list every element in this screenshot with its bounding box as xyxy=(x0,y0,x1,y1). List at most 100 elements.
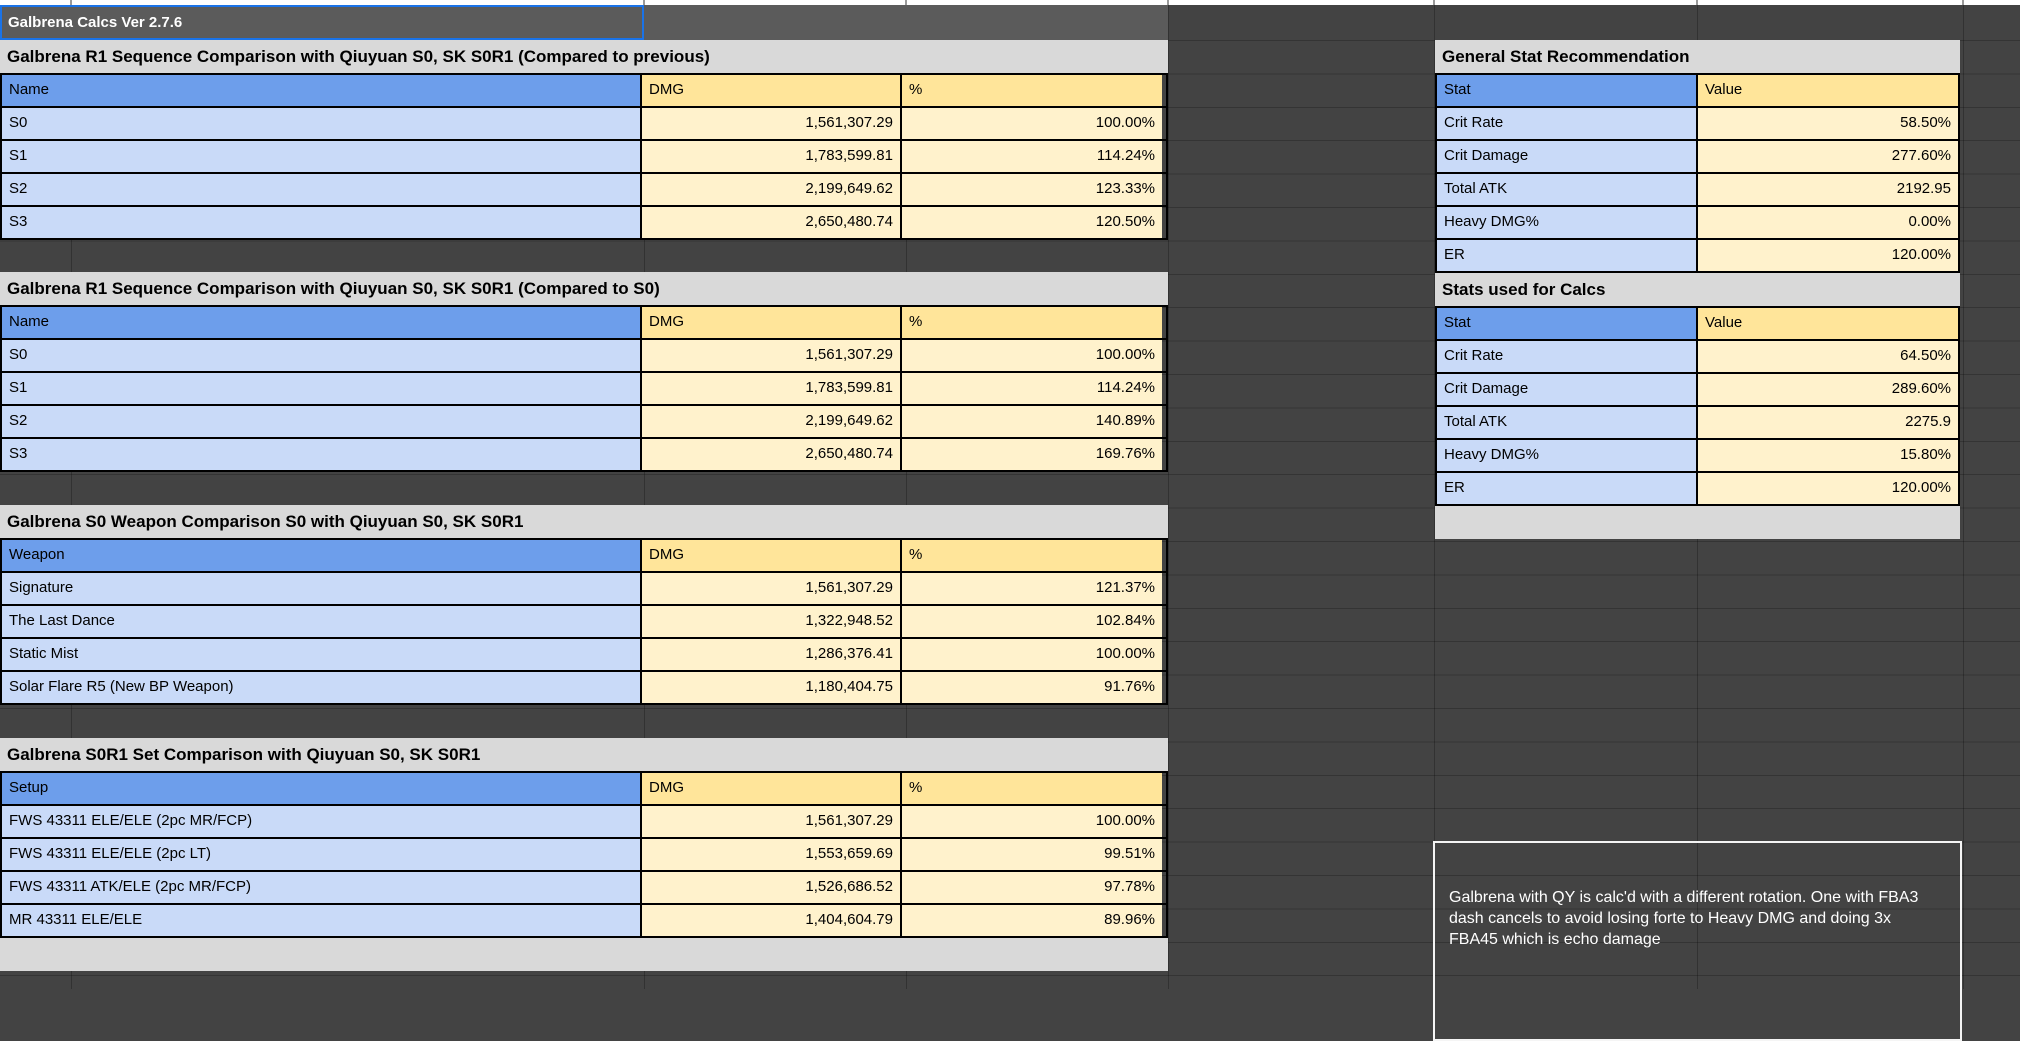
pct-cell[interactable]: 100.00% xyxy=(902,108,1162,139)
column-header-weapon[interactable]: Weapon xyxy=(2,540,642,571)
value-cell[interactable]: 64.50% xyxy=(1698,341,1958,372)
dmg-cell[interactable]: 1,180,404.75 xyxy=(642,672,902,703)
note-box[interactable]: Galbrena with QY is calc'd with a differ… xyxy=(1433,841,1962,1041)
dmg-cell[interactable]: 1,561,307.29 xyxy=(642,573,902,604)
name-cell[interactable]: S2 xyxy=(2,406,642,437)
pct-cell[interactable]: 102.84% xyxy=(902,606,1162,637)
dmg-cell[interactable]: 1,783,599.81 xyxy=(642,373,902,404)
dmg-cell[interactable]: 1,561,307.29 xyxy=(642,806,902,837)
stat-cell[interactable]: Total ATK xyxy=(1437,407,1698,438)
column-header-dmg[interactable]: DMG xyxy=(642,540,902,571)
dmg-cell[interactable]: 1,322,948.52 xyxy=(642,606,902,637)
name-cell[interactable]: S2 xyxy=(2,174,642,205)
pct-cell[interactable]: 120.50% xyxy=(902,207,1162,238)
table-row: Solar Flare R5 (New BP Weapon) 1,180,404… xyxy=(2,672,1166,703)
pct-cell[interactable]: 169.76% xyxy=(902,439,1162,470)
column-boundary-tick xyxy=(1696,0,1698,5)
column-header-stat[interactable]: Stat xyxy=(1437,75,1698,106)
column-header-pct[interactable]: % xyxy=(902,307,1162,338)
weapon-cell[interactable]: Signature xyxy=(2,573,642,604)
table-title[interactable]: Stats used for Calcs xyxy=(1435,273,1960,306)
dmg-cell[interactable]: 1,286,376.41 xyxy=(642,639,902,670)
dmg-cell[interactable]: 1,526,686.52 xyxy=(642,872,902,903)
table-row: Signature 1,561,307.29 121.37% xyxy=(2,573,1166,606)
pct-cell[interactable]: 123.33% xyxy=(902,174,1162,205)
value-cell[interactable]: 289.60% xyxy=(1698,374,1958,405)
stat-cell[interactable]: ER xyxy=(1437,473,1698,504)
dmg-cell[interactable]: 1,561,307.29 xyxy=(642,340,902,371)
stat-cell[interactable]: Crit Rate xyxy=(1437,341,1698,372)
pct-cell[interactable]: 140.89% xyxy=(902,406,1162,437)
column-header-value[interactable]: Value xyxy=(1698,308,1958,339)
selected-version-cell[interactable]: Galbrena Calcs Ver 2.7.6 xyxy=(0,5,644,40)
empty-gray-row[interactable] xyxy=(1435,506,1960,539)
dmg-cell[interactable]: 2,650,480.74 xyxy=(642,207,902,238)
pct-cell[interactable]: 97.78% xyxy=(902,872,1162,903)
table-title[interactable]: Galbrena S0R1 Set Comparison with Qiuyua… xyxy=(0,738,1168,771)
dmg-cell[interactable]: 2,650,480.74 xyxy=(642,439,902,470)
stat-cell[interactable]: Heavy DMG% xyxy=(1437,440,1698,471)
value-cell[interactable]: 58.50% xyxy=(1698,108,1958,139)
pct-cell[interactable]: 100.00% xyxy=(902,639,1162,670)
name-cell[interactable]: S0 xyxy=(2,108,642,139)
name-cell[interactable]: S1 xyxy=(2,141,642,172)
value-cell[interactable]: 0.00% xyxy=(1698,207,1958,238)
dmg-cell[interactable]: 2,199,649.62 xyxy=(642,406,902,437)
table-title[interactable]: General Stat Recommendation xyxy=(1435,40,1960,73)
column-header-pct[interactable]: % xyxy=(902,773,1162,804)
value-cell[interactable]: 120.00% xyxy=(1698,240,1958,271)
table-body: Stat Value Crit Rate 64.50% Crit Damage … xyxy=(1435,306,1960,506)
dmg-cell[interactable]: 2,199,649.62 xyxy=(642,174,902,205)
table-title[interactable]: Galbrena R1 Sequence Comparison with Qiu… xyxy=(0,40,1168,73)
value-cell[interactable]: 120.00% xyxy=(1698,473,1958,504)
weapon-cell[interactable]: The Last Dance xyxy=(2,606,642,637)
pct-cell[interactable]: 91.76% xyxy=(902,672,1162,703)
value-cell[interactable]: 15.80% xyxy=(1698,440,1958,471)
setup-cell[interactable]: FWS 43311 ELE/ELE (2pc LT) xyxy=(2,839,642,870)
name-cell[interactable]: S1 xyxy=(2,373,642,404)
pct-cell[interactable]: 89.96% xyxy=(902,905,1162,936)
dmg-cell[interactable]: 1,783,599.81 xyxy=(642,141,902,172)
column-header-value[interactable]: Value xyxy=(1698,75,1958,106)
table-title[interactable]: Galbrena R1 Sequence Comparison with Qiu… xyxy=(0,272,1168,305)
header-row: Stat Value xyxy=(1437,308,1958,341)
value-cell[interactable]: 2275.9 xyxy=(1698,407,1958,438)
stat-cell[interactable]: Crit Damage xyxy=(1437,374,1698,405)
table-row: S1 1,783,599.81 114.24% xyxy=(2,141,1166,174)
column-header-stat[interactable]: Stat xyxy=(1437,308,1698,339)
pct-cell[interactable]: 121.37% xyxy=(902,573,1162,604)
dmg-cell[interactable]: 1,404,604.79 xyxy=(642,905,902,936)
column-header-name[interactable]: Name xyxy=(2,75,642,106)
pct-cell[interactable]: 114.24% xyxy=(902,373,1162,404)
value-cell[interactable]: 2192.95 xyxy=(1698,174,1958,205)
weapon-cell[interactable]: Static Mist xyxy=(2,639,642,670)
column-header-dmg[interactable]: DMG xyxy=(642,307,902,338)
pct-cell[interactable]: 114.24% xyxy=(902,141,1162,172)
value-cell[interactable]: 277.60% xyxy=(1698,141,1958,172)
column-header-setup[interactable]: Setup xyxy=(2,773,642,804)
stat-cell[interactable]: Crit Damage xyxy=(1437,141,1698,172)
stat-cell[interactable]: Total ATK xyxy=(1437,174,1698,205)
pct-cell[interactable]: 100.00% xyxy=(902,806,1162,837)
dmg-cell[interactable]: 1,553,659.69 xyxy=(642,839,902,870)
setup-cell[interactable]: MR 43311 ELE/ELE xyxy=(2,905,642,936)
pct-cell[interactable]: 100.00% xyxy=(902,340,1162,371)
name-cell[interactable]: S3 xyxy=(2,439,642,470)
name-cell[interactable]: S3 xyxy=(2,207,642,238)
column-header-pct[interactable]: % xyxy=(902,540,1162,571)
setup-cell[interactable]: FWS 43311 ELE/ELE (2pc MR/FCP) xyxy=(2,806,642,837)
empty-gray-row[interactable] xyxy=(0,938,1168,971)
stat-cell[interactable]: Crit Rate xyxy=(1437,108,1698,139)
weapon-cell[interactable]: Solar Flare R5 (New BP Weapon) xyxy=(2,672,642,703)
column-header-name[interactable]: Name xyxy=(2,307,642,338)
dmg-cell[interactable]: 1,561,307.29 xyxy=(642,108,902,139)
name-cell[interactable]: S0 xyxy=(2,340,642,371)
column-header-dmg[interactable]: DMG xyxy=(642,75,902,106)
stat-cell[interactable]: Heavy DMG% xyxy=(1437,207,1698,238)
stat-cell[interactable]: ER xyxy=(1437,240,1698,271)
column-header-pct[interactable]: % xyxy=(902,75,1162,106)
column-header-dmg[interactable]: DMG xyxy=(642,773,902,804)
setup-cell[interactable]: FWS 43311 ATK/ELE (2pc MR/FCP) xyxy=(2,872,642,903)
table-title[interactable]: Galbrena S0 Weapon Comparison S0 with Qi… xyxy=(0,505,1168,538)
pct-cell[interactable]: 99.51% xyxy=(902,839,1162,870)
